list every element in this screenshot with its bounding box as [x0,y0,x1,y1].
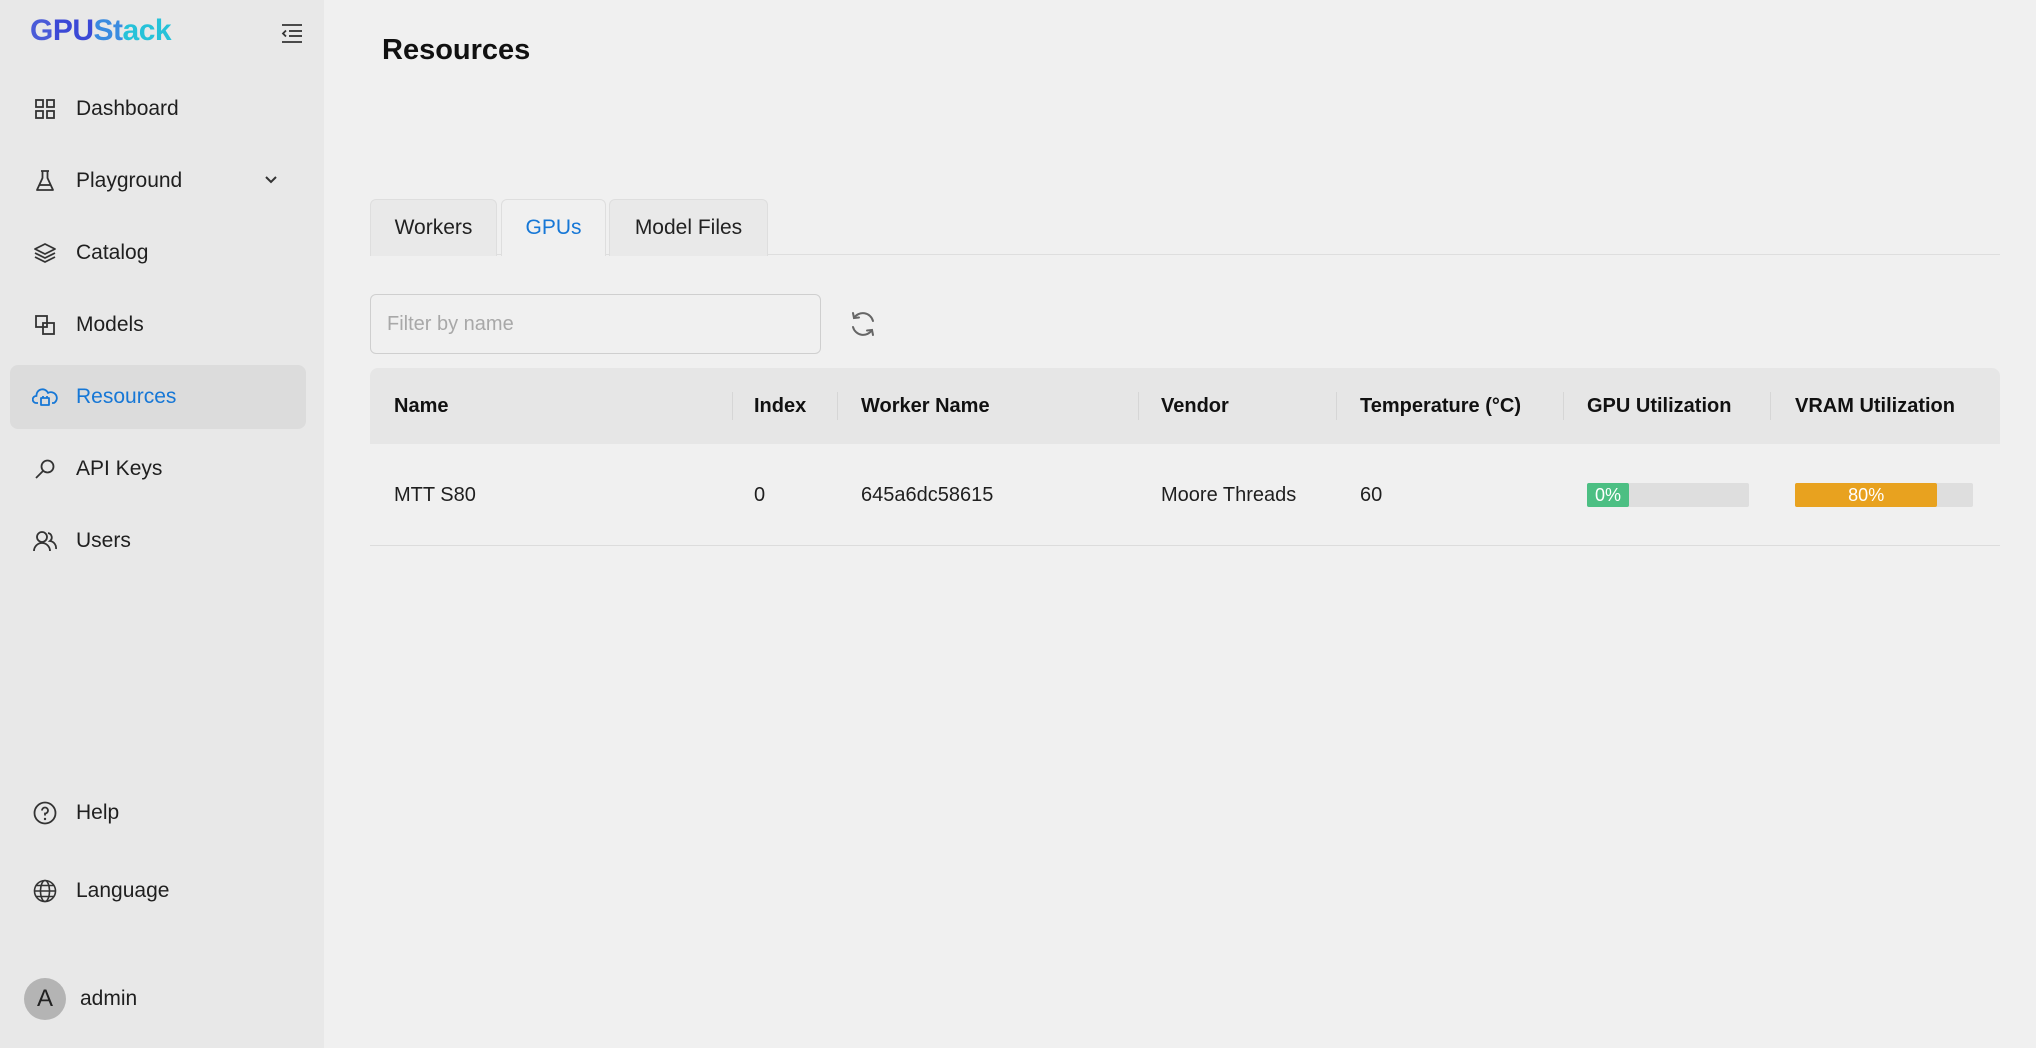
sidebar-item-label: Models [76,313,144,336]
flask-icon [32,168,58,194]
tab-workers[interactable]: Workers [370,199,497,256]
table-header: Name Index Worker Name Vendor Temperatur… [370,368,2000,444]
sidebar-item-models[interactable]: Models [10,293,306,357]
sidebar-item-playground[interactable]: Playground [10,149,306,213]
column-header-name[interactable]: Name [394,368,448,444]
user-name: admin [80,987,138,1010]
gpu-table: Name Index Worker Name Vendor Temperatur… [370,368,2000,546]
models-icon [32,312,58,338]
sidebar-item-label: Help [76,801,120,824]
column-header-gpu-utilization[interactable]: GPU Utilization [1587,368,1731,444]
tab-bar: Workers GPUs Model Files [370,199,2000,256]
chevron-down-icon[interactable] [262,171,280,189]
tab-model-files[interactable]: Model Files [609,199,768,256]
cell-name: MTT S80 [394,483,476,506]
column-header-vram-utilization[interactable]: VRAM Utilization [1795,368,1955,444]
users-icon [32,528,58,554]
tab-gpus[interactable]: GPUs [501,199,606,256]
column-header-index[interactable]: Index [754,368,806,444]
sidebar-item-language[interactable]: Language [10,859,306,923]
help-icon [32,800,58,826]
gpu-utilization-fill: 0% [1587,483,1630,507]
sidebar-item-label: Users [76,529,131,552]
dashboard-icon [32,96,58,122]
sidebar-item-label: Playground [76,169,183,192]
sidebar-item-catalog[interactable]: Catalog [10,221,306,285]
avatar: A [24,978,66,1020]
refresh-icon[interactable] [848,309,878,339]
cell-temperature: 60 [1360,483,1383,506]
vram-utilization-bar: 80% [1795,483,1973,507]
cell-vram-utilization: 80% [1795,444,1973,546]
sidebar-item-label: Catalog [76,241,149,264]
key-icon [32,456,58,482]
sidebar-item-label: Language [76,879,170,902]
sidebar-item-resources[interactable]: Resources [10,365,306,429]
cell-gpu-utilization: 0% [1587,444,1749,546]
sidebar-item-dashboard[interactable]: Dashboard [10,77,306,141]
column-header-vendor[interactable]: Vendor [1161,368,1229,444]
gpustack-logo[interactable]: GPUStack [30,14,172,48]
sidebar-item-users[interactable]: Users [10,509,306,573]
page-title: Resources [382,34,531,66]
collapse-sidebar-icon[interactable] [280,22,304,44]
cell-vendor: Moore Threads [1161,483,1297,506]
sidebar-item-label: Resources [76,385,177,408]
sidebar-item-label: API Keys [76,457,163,480]
sidebar-item-help[interactable]: Help [10,781,306,845]
cell-index: 0 [754,483,766,506]
column-header-temperature[interactable]: Temperature (°C) [1360,368,1521,444]
sidebar-item-label: Dashboard [76,97,179,120]
globe-icon [32,878,58,904]
column-header-worker-name[interactable]: Worker Name [861,368,990,444]
search-input[interactable] [370,294,821,354]
gpu-utilization-bar: 0% [1587,483,1749,507]
user-menu[interactable]: A admin [24,978,137,1020]
table-row[interactable]: MTT S80 0 645a6dc58615 Moore Threads 60 … [370,444,2000,546]
layers-icon [32,240,58,266]
vram-utilization-fill: 80% [1795,483,1938,507]
sidebar: GPUStack Dashboard Playground Catalog Mo… [0,0,324,1048]
sidebar-item-api-keys[interactable]: API Keys [10,437,306,501]
cell-worker-name: 645a6dc58615 [861,483,994,506]
cloud-chip-icon [32,384,58,410]
